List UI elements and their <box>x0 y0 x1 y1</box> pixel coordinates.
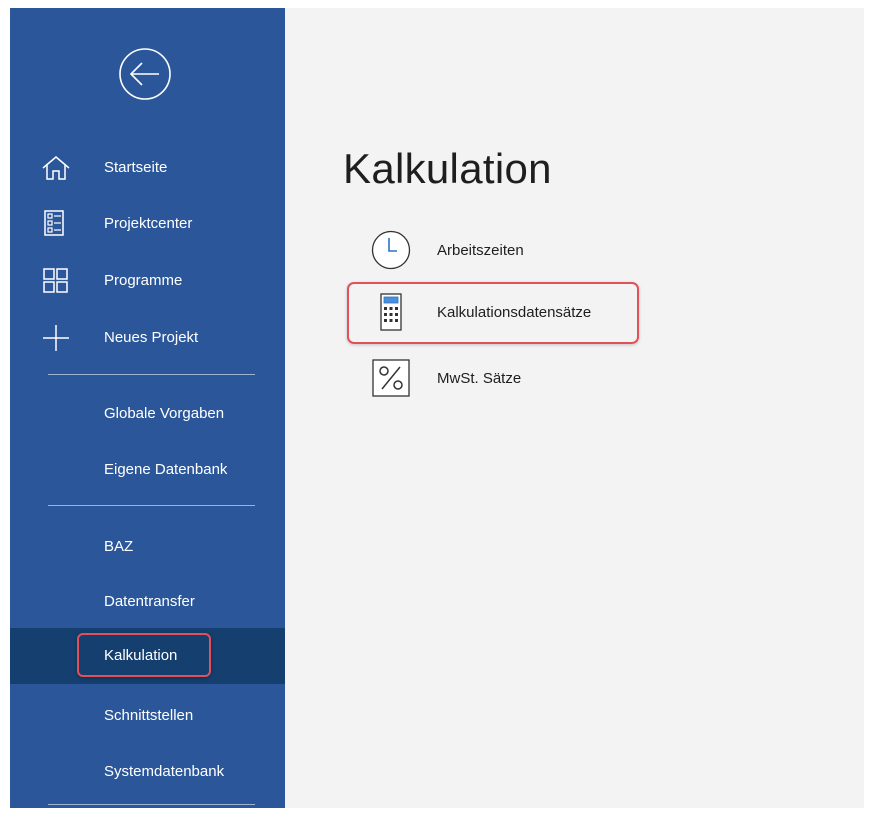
percent-icon <box>371 358 411 398</box>
list-document-icon <box>40 210 72 238</box>
back-arrow-circle-icon <box>117 46 173 102</box>
sidebar-item-baz[interactable]: BAZ <box>10 519 285 575</box>
item-label: MwSt. Sätze <box>437 370 522 387</box>
sidebar-item-label: Systemdatenbank <box>104 763 225 780</box>
sidebar-item-eigene-datenbank[interactable]: Eigene Datenbank <box>10 442 285 498</box>
sidebar-item-globale-vorgaben[interactable]: Globale Vorgaben <box>10 386 285 442</box>
item-arbeitszeiten[interactable]: Arbeitszeiten <box>367 228 627 274</box>
sidebar-item-label: BAZ <box>104 538 134 555</box>
sidebar-item-datentransfer[interactable]: Datentransfer <box>10 574 285 630</box>
sidebar-divider <box>48 804 255 805</box>
sidebar-item-projektcenter[interactable]: Projektcenter <box>10 196 285 252</box>
sidebar-item-startseite[interactable]: Startseite <box>10 140 285 196</box>
sidebar-item-kalkulation[interactable]: Kalkulation <box>10 628 285 684</box>
back-button[interactable] <box>117 46 173 102</box>
sidebar-item-label: Projektcenter <box>104 215 193 232</box>
sidebar-item-label: Neues Projekt <box>104 329 199 346</box>
sidebar-item-programme[interactable]: Programme <box>10 253 285 309</box>
sidebar-divider <box>48 505 255 506</box>
item-mwst-saetze[interactable]: MwSt. Sätze <box>367 356 627 402</box>
sidebar-item-label: Schnittstellen <box>104 707 194 724</box>
sidebar-item-label: Programme <box>104 272 183 289</box>
app-window: Startseite Projektcenter Programme Neues… <box>0 0 874 814</box>
page-title: Kalkulation <box>343 145 552 192</box>
main-content: Kalkulation Arbeitszeiten Kalkulationsda… <box>285 8 864 808</box>
sidebar-divider <box>48 374 255 375</box>
sidebar-item-label: Startseite <box>104 159 168 176</box>
sidebar-item-label: Eigene Datenbank <box>104 461 228 478</box>
grid-icon <box>40 267 72 295</box>
home-icon <box>40 154 72 182</box>
clock-icon <box>371 230 411 270</box>
highlight-outline <box>77 633 211 677</box>
sidebar-item-label: Datentransfer <box>104 593 195 610</box>
sidebar-item-systemdatenbank[interactable]: Systemdatenbank <box>10 744 285 800</box>
item-label: Arbeitszeiten <box>437 242 524 259</box>
sidebar-item-schnittstellen[interactable]: Schnittstellen <box>10 688 285 744</box>
plus-icon <box>40 324 72 352</box>
sidebar-item-neues-projekt[interactable]: Neues Projekt <box>10 310 285 366</box>
highlight-outline <box>347 282 639 344</box>
sidebar-item-label: Globale Vorgaben <box>104 405 225 422</box>
sidebar: Startseite Projektcenter Programme Neues… <box>10 8 285 808</box>
